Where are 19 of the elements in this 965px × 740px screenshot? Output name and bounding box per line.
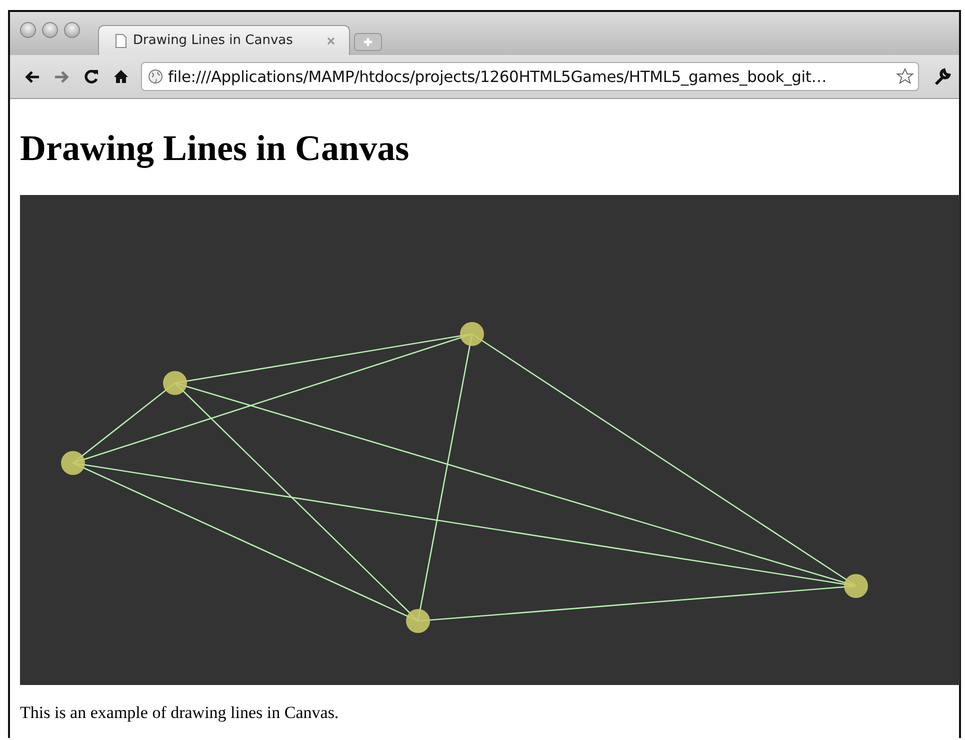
page-heading: Drawing Lines in Canvas <box>20 127 410 169</box>
address-bar[interactable]: file:///Applications/MAMP/htdocs/projects/1260HTML5Games/HTML5_games_book_git… <box>141 62 919 91</box>
browser-tab[interactable]: Drawing Lines in Canvas <box>98 25 350 55</box>
plus-icon <box>362 36 374 48</box>
window-minimize-button[interactable] <box>42 22 58 38</box>
close-tab-icon[interactable] <box>327 36 335 44</box>
wrench-icon[interactable] <box>933 68 951 86</box>
reload-icon[interactable] <box>84 69 99 84</box>
back-icon[interactable] <box>24 70 40 84</box>
window-zoom-button[interactable] <box>64 22 80 38</box>
globe-icon <box>148 69 163 84</box>
home-icon[interactable] <box>113 69 129 84</box>
window-close-button[interactable] <box>20 22 36 38</box>
forward-icon[interactable] <box>54 70 70 84</box>
new-tab-button[interactable] <box>354 33 382 51</box>
tab-title: Drawing Lines in Canvas <box>133 33 294 48</box>
page-icon <box>115 34 127 48</box>
bookmark-star-icon[interactable] <box>896 68 914 85</box>
caption-text: This is an example of drawing lines in Canvas. <box>20 703 340 723</box>
